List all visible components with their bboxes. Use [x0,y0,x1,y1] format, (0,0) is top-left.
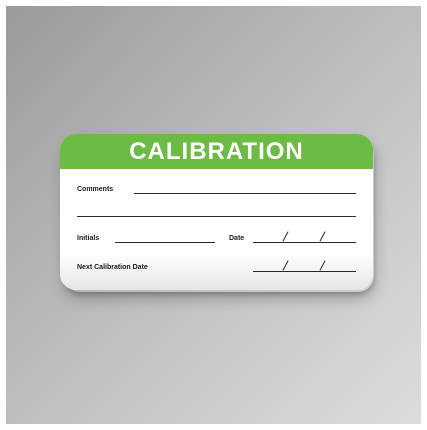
date-label: Date [229,235,245,242]
label-header: CALIBRATION [60,134,373,169]
comments-label: Comments [77,186,114,193]
next-calibration-date-label: Next Calibration Date [77,264,148,271]
calibration-label: CALIBRATION Comments Initials Date Next … [60,134,373,290]
label-title: CALIBRATION [129,137,304,165]
initials-label: Initials [77,235,100,242]
initials-line [115,242,215,243]
next-calibration-date-line [253,271,356,272]
comments-line [134,193,356,194]
comments-line-2 [77,216,356,217]
label-gloss [60,254,373,290]
date-slash-1 [282,231,289,242]
date-line [253,242,356,243]
photo-frame: CALIBRATION Comments Initials Date Next … [0,0,427,430]
date-slash-2 [319,231,326,242]
